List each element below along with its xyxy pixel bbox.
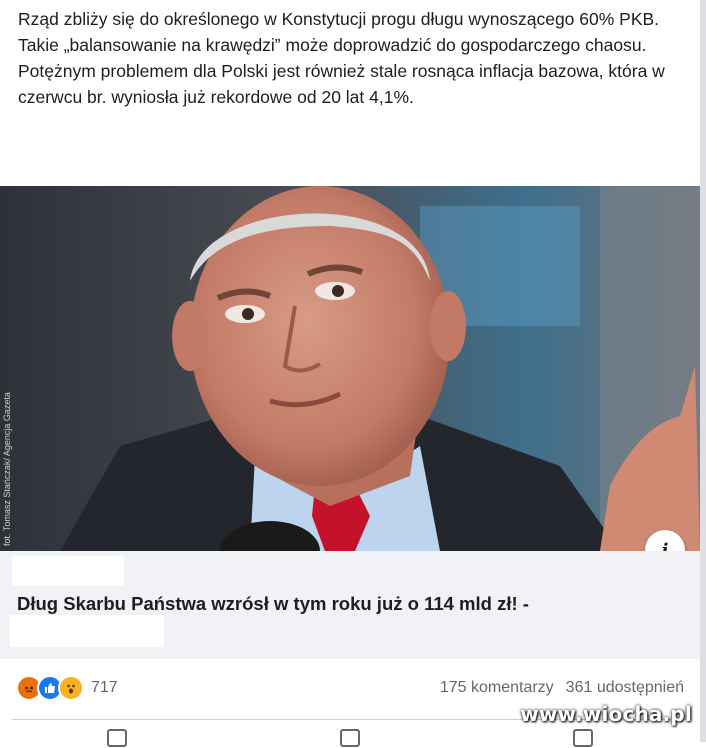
image-credit: fot. Tomasz Stańczak/ Agencja Gazeta xyxy=(2,392,12,546)
link-headline[interactable]: Dług Skarbu Państwa wzrósł w tym roku ju… xyxy=(17,591,687,617)
portrait-photo xyxy=(0,186,700,551)
redacted-domain xyxy=(12,556,124,586)
comment-icon xyxy=(339,729,360,747)
redacted-subtitle xyxy=(10,615,164,647)
thumb-icon xyxy=(106,729,127,747)
wow-icon xyxy=(58,675,84,701)
page-edge xyxy=(700,0,706,742)
link-preview-image[interactable]: fot. Tomasz Stańczak/ Agencja Gazeta xyxy=(0,186,700,551)
like-button[interactable] xyxy=(106,728,127,748)
post-stats: 175 komentarzy 361 udostępnień xyxy=(440,679,684,697)
reaction-count: 717 xyxy=(91,679,118,696)
post-body-text: Rząd zbliży się do określonego w Konstyt… xyxy=(18,9,665,107)
shares-count[interactable]: 361 udostępnień xyxy=(566,679,684,697)
share-button[interactable] xyxy=(573,728,594,748)
action-bar xyxy=(0,728,700,748)
watermark: www.wiocha.pl xyxy=(520,702,692,726)
share-icon xyxy=(573,729,594,747)
reactions-summary[interactable]: 717 xyxy=(16,675,118,701)
comments-count[interactable]: 175 komentarzy xyxy=(440,679,554,697)
comment-button[interactable] xyxy=(339,728,360,748)
